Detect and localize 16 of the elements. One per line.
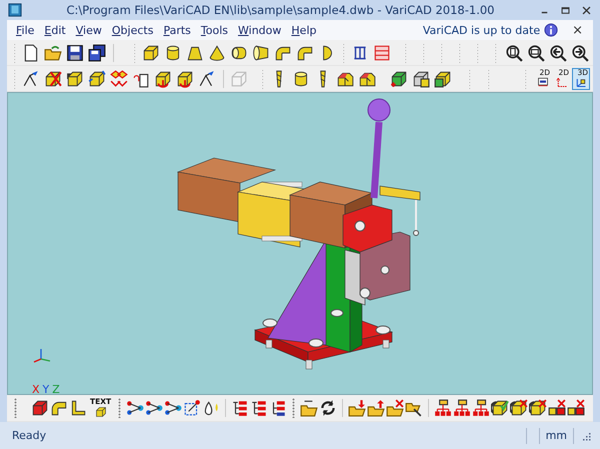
- update-notice: VariCAD is up to date: [422, 24, 540, 36]
- units-label: mm: [546, 429, 567, 442]
- menu-item[interactable]: Edit: [39, 24, 71, 36]
- menu-item[interactable]: File: [11, 24, 40, 36]
- close-notice-button[interactable]: ×: [572, 24, 583, 36]
- menu-item[interactable]: Tools: [196, 24, 233, 36]
- menu-item[interactable]: Parts: [158, 24, 196, 36]
- y-axis-label: Y: [42, 383, 50, 396]
- status-message: Ready: [12, 429, 46, 442]
- window-title: C:\Program Files\VariCAD EN\lib\sample\sample4.dwb - VariCAD 2018-1.00: [65, 3, 496, 17]
- menu-item[interactable]: Help: [286, 24, 322, 36]
- menu-item[interactable]: Objects: [106, 24, 158, 36]
- menu-item[interactable]: Window: [233, 24, 286, 36]
- z-axis-label: Z: [52, 383, 60, 396]
- x-axis-label: X: [32, 383, 40, 396]
- menu-item[interactable]: View: [70, 24, 107, 36]
